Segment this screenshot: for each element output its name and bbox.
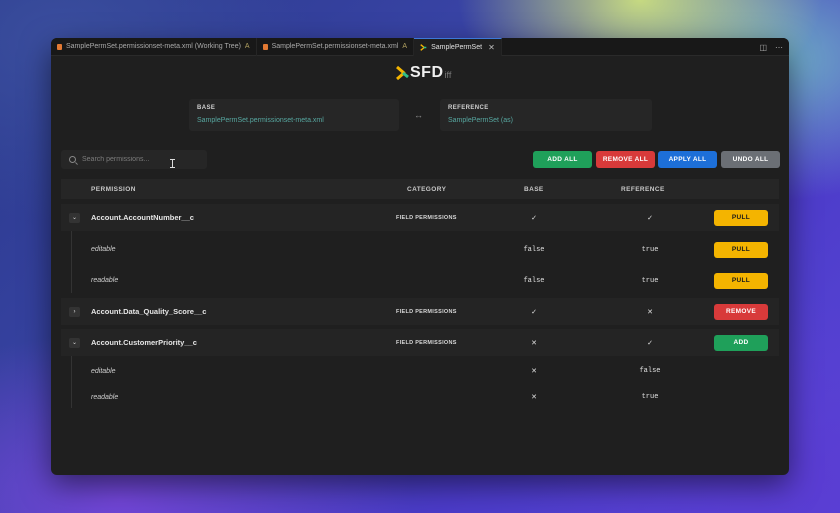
split-editor-icon[interactable]: ◫ bbox=[759, 43, 767, 52]
permission-name: Account.Data_Quality_Score__c bbox=[91, 307, 207, 316]
reference-value: ✓ bbox=[647, 214, 653, 222]
search-input[interactable] bbox=[82, 156, 182, 163]
tab-label: SamplePermSet.permissionset-meta.xml bbox=[271, 43, 399, 50]
reference-value: ✓ bbox=[647, 339, 653, 347]
pull-button[interactable]: PULL bbox=[714, 209, 768, 226]
sfdiff-logo: SFD iff bbox=[395, 64, 451, 82]
more-actions-icon[interactable]: ⋯ bbox=[775, 43, 783, 52]
git-status-badge: A bbox=[402, 43, 408, 50]
reference-value: SamplePermSet (as) bbox=[448, 117, 513, 124]
pull-button[interactable]: PULL bbox=[714, 272, 768, 289]
attribute-name: readable bbox=[91, 393, 119, 401]
tab-bar: SamplePermSet.permissionset-meta.xml (Wo… bbox=[51, 38, 789, 56]
tab-permissionset-xml[interactable]: SamplePermSet.permissionset-meta.xml A bbox=[257, 38, 415, 56]
base-value: ✕ bbox=[531, 339, 537, 347]
table-row: › Account.Data_Quality_Score__c FIELD PE… bbox=[61, 298, 779, 325]
base-value: false bbox=[523, 276, 545, 285]
base-value: ✓ bbox=[531, 214, 537, 222]
reference-value: true bbox=[641, 245, 659, 254]
apply-all-button[interactable]: APPLY ALL bbox=[658, 151, 717, 168]
permission-category: FIELD PERMISSIONS bbox=[396, 339, 457, 346]
chevron-down-icon[interactable]: ⌄ bbox=[69, 337, 80, 348]
tab-label: SamplePermSet bbox=[431, 43, 483, 51]
tab-working-tree[interactable]: SamplePermSet.permissionset-meta.xml (Wo… bbox=[51, 38, 257, 56]
attribute-name: editable bbox=[91, 367, 116, 375]
attribute-name: editable bbox=[91, 246, 116, 253]
editor-window: SamplePermSet.permissionset-meta.xml (Wo… bbox=[51, 38, 789, 475]
remove-button[interactable]: REMOVE bbox=[714, 303, 768, 320]
table-row: editable false true PULL bbox=[61, 234, 779, 265]
base-value: ✓ bbox=[531, 308, 537, 316]
text-cursor-icon bbox=[170, 159, 175, 168]
permission-name: Account.CustomerPriority__c bbox=[91, 338, 197, 347]
chevron-right-icon[interactable]: › bbox=[69, 306, 80, 317]
table-row: ⌄ Account.CustomerPriority__c FIELD PERM… bbox=[61, 329, 779, 356]
reference-value: true bbox=[641, 276, 659, 285]
chevron-down-icon[interactable]: ⌄ bbox=[69, 212, 80, 223]
swap-icon[interactable]: ↔ bbox=[414, 110, 423, 120]
git-status-badge: A bbox=[244, 43, 250, 50]
reference-source[interactable]: REFERENCE SamplePermSet (as) bbox=[440, 99, 652, 131]
close-icon[interactable]: ✕ bbox=[488, 43, 495, 52]
logo-text: SFD bbox=[410, 64, 444, 81]
table-header: PERMISSION CATEGORY BASE REFERENCE bbox=[61, 179, 779, 199]
reference-value: false bbox=[639, 367, 661, 375]
tab-label: SamplePermSet.permissionset-meta.xml (Wo… bbox=[66, 43, 241, 50]
tab-sfdiff-view[interactable]: SamplePermSet ✕ bbox=[414, 38, 502, 56]
search-icon bbox=[69, 156, 76, 163]
table-row: readable false true PULL bbox=[61, 265, 779, 296]
table-row: ⌄ Account.AccountNumber__c FIELD PERMISS… bbox=[61, 204, 779, 231]
sfdiff-icon bbox=[420, 43, 427, 51]
remove-all-button[interactable]: REMOVE ALL bbox=[596, 151, 655, 168]
base-label: BASE bbox=[197, 105, 216, 111]
base-value: ✕ bbox=[531, 368, 537, 375]
search-box[interactable] bbox=[61, 150, 207, 169]
base-value: false bbox=[523, 245, 545, 254]
column-reference: REFERENCE bbox=[621, 185, 665, 193]
reference-label: REFERENCE bbox=[448, 105, 489, 111]
column-category: CATEGORY bbox=[407, 185, 447, 193]
xml-file-icon bbox=[262, 43, 268, 50]
column-base: BASE bbox=[524, 185, 544, 193]
table-row: readable ✕ true bbox=[61, 384, 779, 410]
undo-all-button[interactable]: UNDO ALL bbox=[721, 151, 780, 168]
xml-file-icon bbox=[57, 43, 62, 50]
attribute-name: readable bbox=[91, 277, 119, 284]
permission-category: FIELD PERMISSIONS bbox=[396, 214, 457, 221]
pull-button[interactable]: PULL bbox=[714, 241, 768, 258]
table-row: editable ✕ false bbox=[61, 358, 779, 384]
base-value: SamplePermSet.permissionset-meta.xml bbox=[197, 117, 324, 124]
permission-name: Account.AccountNumber__c bbox=[91, 213, 194, 222]
column-permission: PERMISSION bbox=[91, 185, 136, 193]
logo-suffix: iff bbox=[444, 70, 452, 80]
sfdiff-logo-icon bbox=[396, 65, 409, 81]
reference-value: true bbox=[641, 393, 659, 401]
base-value: ✕ bbox=[531, 394, 537, 401]
add-all-button[interactable]: ADD ALL bbox=[533, 151, 592, 168]
base-source[interactable]: BASE SamplePermSet.permissionset-meta.xm… bbox=[189, 99, 399, 131]
add-button[interactable]: ADD bbox=[714, 334, 768, 351]
reference-value: ✕ bbox=[647, 308, 653, 316]
permission-category: FIELD PERMISSIONS bbox=[396, 308, 457, 315]
